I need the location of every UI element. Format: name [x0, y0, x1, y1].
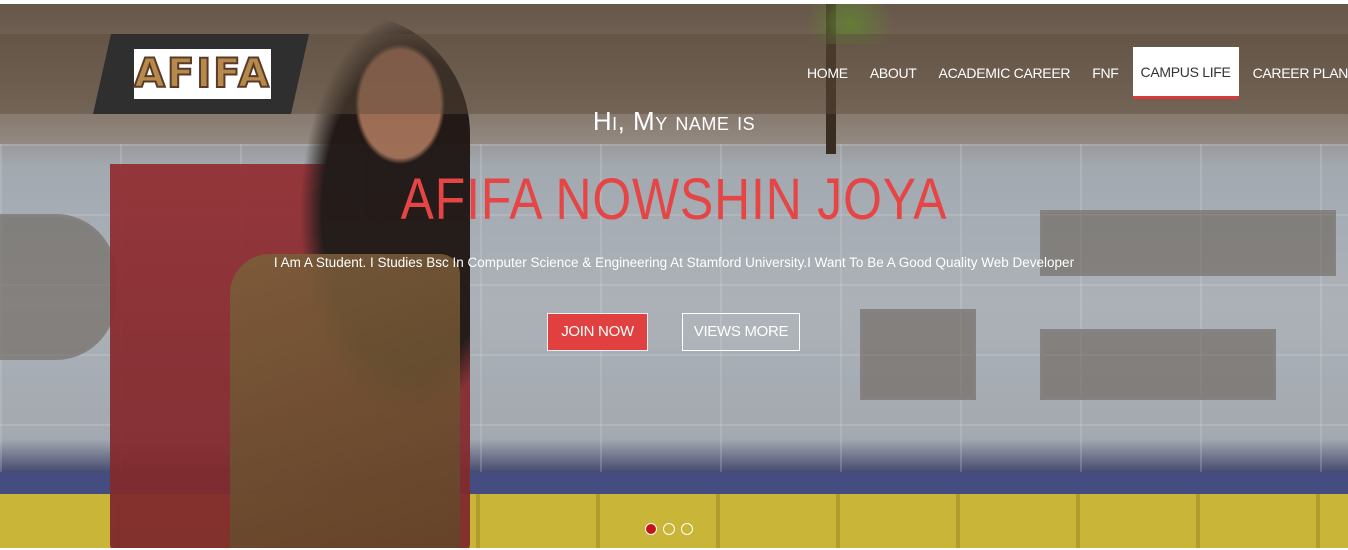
- nav-item-about[interactable]: ABOUT: [862, 48, 925, 98]
- main-nav: HOME ABOUT ACADEMIC CAREER FNF CAMPUS LI…: [796, 47, 1348, 99]
- slider-dot-3[interactable]: [681, 523, 693, 535]
- logo-text: AFIFA: [133, 50, 271, 98]
- join-now-button[interactable]: JOIN NOW: [547, 313, 648, 351]
- slider-dots: [645, 523, 693, 535]
- nav-item-career-plan[interactable]: CAREER PLAN: [1245, 48, 1348, 98]
- nav-item-academic-career[interactable]: ACADEMIC CAREER: [931, 48, 1079, 98]
- views-more-button[interactable]: VIEWS MORE: [682, 313, 800, 351]
- hero-name: AFIFA NOWSHIN JOYA: [400, 167, 948, 232]
- nav-item-fnf[interactable]: FNF: [1084, 48, 1126, 98]
- nav-item-campus-life[interactable]: CAMPUS LIFE: [1132, 47, 1239, 99]
- nav-item-home[interactable]: HOME: [799, 48, 856, 98]
- slider-dot-2[interactable]: [663, 523, 675, 535]
- hero-tagline: I Am A Student. I Studies Bsc In Compute…: [273, 255, 1075, 270]
- hero-greeting: Hi, My name is: [592, 106, 756, 136]
- slider-dot-1[interactable]: [645, 523, 657, 535]
- logo[interactable]: AFIFA: [133, 49, 271, 99]
